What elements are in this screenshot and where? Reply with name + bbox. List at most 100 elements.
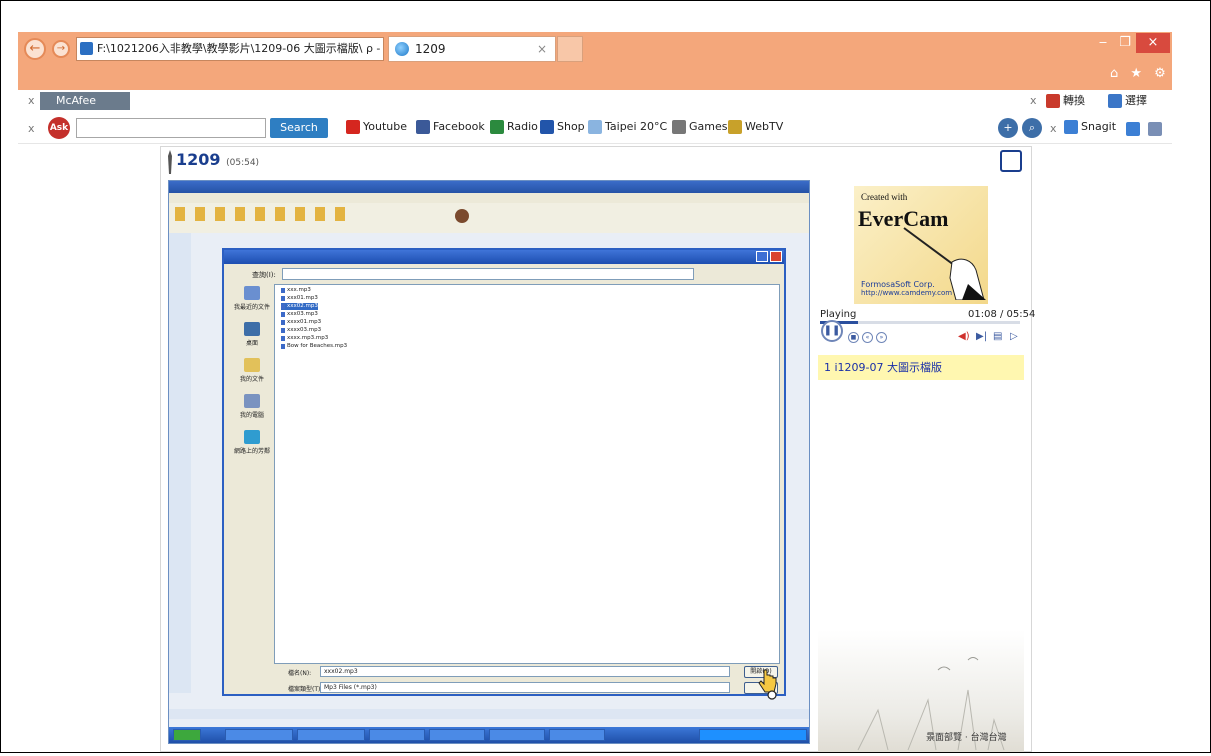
fullscreen-button[interactable] [1000, 150, 1022, 172]
file-name: Bow for Beaches.mp3 [287, 343, 348, 349]
mp3-file-icon [281, 288, 285, 293]
file-name: xxx03.mp3 [287, 311, 318, 317]
progress-bar[interactable] [820, 321, 1020, 324]
created-with-text: Created with [861, 192, 908, 202]
webtv-label: WebTV [745, 120, 784, 133]
facebook-label: Facebook [433, 120, 485, 133]
file-list: xxx.mp3 xxx01.mp3 xxx02.mp3 xxx03.mp3 xx… [274, 284, 780, 664]
home-favorites-settings-icons[interactable]: ⌂ ★ ⚙ [1110, 66, 1170, 81]
pointer-icon[interactable]: ▷ [1010, 331, 1018, 342]
toolbar-item-facebook[interactable]: Facebook [416, 120, 485, 134]
place-label: 我的電腦 [239, 412, 264, 419]
tab-1209[interactable]: 1209 × [388, 36, 556, 62]
ask-toolbar-close-icon[interactable]: x [28, 122, 35, 135]
weather-label: Taipei 20°C [605, 120, 668, 133]
file-item: xxx.mp3 [281, 287, 311, 294]
ask-logo[interactable]: Ask [48, 117, 70, 139]
snagit-icon [1064, 120, 1078, 134]
inner-statusbar [169, 709, 809, 719]
pause-button[interactable]: ❚❚ [821, 320, 843, 342]
file-item: xxxx03.mp3 [281, 327, 321, 334]
address-bar[interactable]: F:\1021206入非教學\教學影片\1209-06 大圖示檔版\ ρ - ↺ [76, 37, 384, 61]
place-recent: 我最近的文件 [230, 284, 274, 318]
select-button[interactable]: 選擇 [1108, 92, 1147, 108]
toolbar-item-shop[interactable]: Shop [540, 120, 585, 134]
place-computer: 我的電腦 [230, 392, 274, 426]
select-icon [1108, 94, 1122, 108]
joystick-icon [672, 120, 686, 134]
inner-menubar [169, 193, 809, 203]
snagit-button[interactable]: Snagit [1064, 120, 1116, 134]
chapter-list-item[interactable]: 1 i1209-07 大圖示檔版 [818, 355, 1024, 380]
inner-sidebar [169, 233, 191, 693]
place-network: 網路上的芳鄰 [230, 428, 274, 462]
dialog-help-button [756, 251, 768, 262]
ask-search-input[interactable] [76, 118, 266, 138]
tv-icon [728, 120, 742, 134]
toolbar-item-radio[interactable]: Radio [490, 120, 538, 134]
convert-icon [1046, 94, 1060, 108]
minimize-button[interactable]: ‒ [1092, 33, 1114, 53]
snagit-capture-icon[interactable] [1126, 122, 1140, 136]
snagit-label: Snagit [1081, 120, 1117, 133]
maximize-button[interactable]: ❐ [1114, 33, 1136, 53]
snagit-close-icon[interactable]: x [1050, 122, 1057, 135]
mp3-file-icon [281, 312, 285, 317]
toc-icon[interactable]: ▤ [993, 331, 1002, 342]
toolbar-close-icon[interactable]: x [28, 94, 35, 107]
search-circle-icon[interactable]: ⌕ [1022, 118, 1042, 138]
documents-folder-icon [244, 358, 260, 372]
stop-button[interactable]: ■ [848, 332, 859, 343]
forward-skip-button[interactable]: » [876, 332, 887, 343]
mp3-file-icon [281, 304, 285, 309]
filetype-label: 檔案類型(T): [288, 686, 323, 693]
toolbar-right-close-icon[interactable]: x [1030, 94, 1037, 107]
recent-docs-icon [244, 286, 260, 300]
toolbar-item-games[interactable]: Games [672, 120, 727, 134]
footer-caption: 景面部覽 · 台灣台灣 [926, 733, 1007, 743]
facebook-icon [416, 120, 430, 134]
toolbar-item-webtv[interactable]: WebTV [728, 120, 783, 134]
system-tray [699, 729, 807, 741]
file-name: xxx01.mp3 [287, 295, 318, 301]
next-chapter-icon[interactable]: ▶| [976, 331, 987, 342]
youtube-icon [346, 120, 360, 134]
inner-toolbar-icons [175, 207, 355, 221]
radio-icon [490, 120, 504, 134]
inner-window-titlebar [169, 181, 809, 193]
lookin-dropdown [282, 268, 694, 280]
rewind-button[interactable]: « [862, 332, 873, 343]
place-label: 網路上的芳鄰 [233, 448, 270, 455]
mcafee-button[interactable]: McAfee [40, 92, 130, 110]
inner-taskbar [169, 727, 809, 743]
file-name: xxxx03.mp3 [287, 327, 322, 333]
ie-icon [395, 42, 409, 56]
mcafee-label: McAfee [56, 94, 97, 107]
taskbar-item [549, 729, 605, 741]
ask-toolbar: x Ask Search Youtube Facebook Radio Shop… [18, 114, 1172, 144]
back-button[interactable]: ← [24, 38, 46, 60]
open-file-dialog: 查詢(I): 我最近的文件 桌面 我的文件 我的電腦 網路上的芳鄰 xxx.mp… [222, 248, 786, 696]
forward-button[interactable]: → [52, 40, 70, 58]
corp-url[interactable]: http://www.camdemy.com [861, 289, 952, 297]
playback-time: 01:08 / 05:54 [968, 309, 1036, 320]
toolbar-item-weather[interactable]: Taipei 20°C [588, 120, 667, 134]
volume-icon[interactable]: ◀) [958, 331, 970, 342]
add-circle-icon[interactable]: + [998, 118, 1018, 138]
convert-button[interactable]: 轉換 [1046, 92, 1085, 108]
file-name: xxx02.mp3 [287, 303, 318, 309]
toolbar-item-youtube[interactable]: Youtube [346, 120, 407, 134]
snagit-editor-icon[interactable] [1148, 122, 1162, 136]
new-tab-button[interactable] [557, 36, 583, 62]
lookin-label: 查詢(I): [252, 271, 276, 279]
dialog-close-button [770, 251, 782, 262]
filename-label: 檔名(N): [288, 670, 312, 677]
close-button[interactable]: × [1136, 33, 1170, 53]
search-button[interactable]: Search [270, 118, 328, 138]
file-name: xxx.mp3 [287, 287, 311, 293]
shop-label: Shop [557, 120, 585, 133]
filetype-select: Mp3 Files (*.mp3) [320, 682, 730, 693]
tab-close-icon[interactable]: × [537, 37, 547, 61]
evercam-logo-icon [168, 150, 172, 174]
select-label: 選擇 [1125, 94, 1147, 107]
